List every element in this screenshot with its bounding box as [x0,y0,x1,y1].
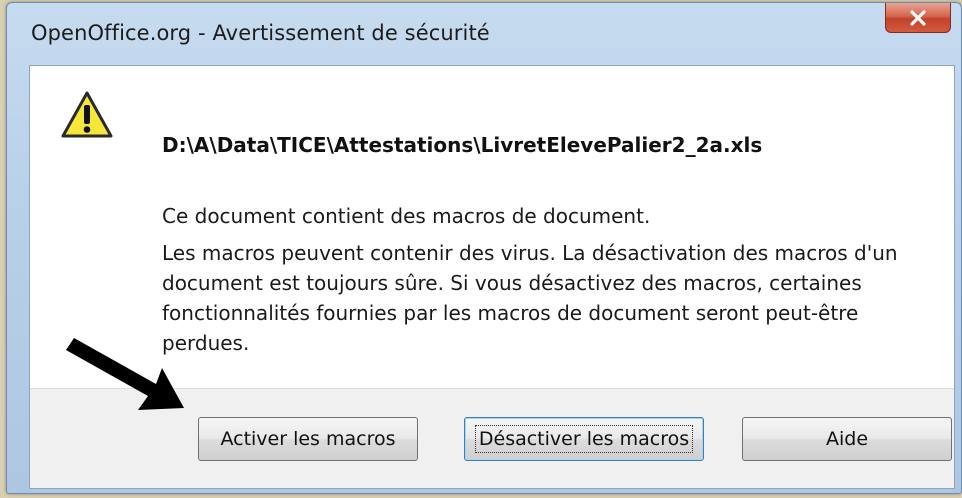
file-path: D:\A\Data\TICE\Attestations\LivretEleveP… [162,133,763,157]
disable-macros-label: Désactiver les macros [474,425,694,453]
macro-notice: Ce document contient des macros de docum… [162,204,651,228]
dialog-window: OpenOffice.org - Avertissement de sécuri… [6,2,962,494]
help-label: Aide [825,428,869,450]
help-button[interactable]: Aide [742,417,952,461]
close-icon [910,9,926,26]
macro-warning-detail: Les macros peuvent contenir des virus. L… [162,241,898,355]
enable-macros-label: Activer les macros [220,428,396,450]
black-arrow-icon [66,338,184,410]
window-title: OpenOffice.org - Avertissement de sécuri… [31,21,490,45]
disable-macros-button[interactable]: Désactiver les macros [464,417,704,461]
dialog-body: D:\A\Data\TICE\Attestations\LivretEleveP… [29,65,955,489]
warning-icon [61,91,113,138]
enable-macros-button[interactable]: Activer les macros [198,417,418,461]
close-button[interactable] [885,3,951,33]
